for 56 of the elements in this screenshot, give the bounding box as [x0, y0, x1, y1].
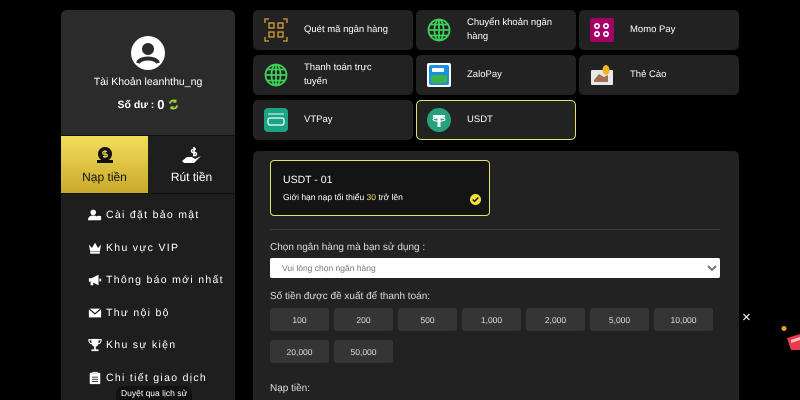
- deposit-limit-text: Giới hạn nạp tối thiểu 30 trở lên: [283, 192, 404, 202]
- payment-method[interactable]: USDT: [416, 100, 576, 140]
- balance-value: 0: [157, 97, 164, 112]
- amount-button[interactable]: 10,000: [654, 308, 713, 331]
- globe-icon: [427, 18, 451, 42]
- amount-button[interactable]: 20,000: [270, 340, 329, 363]
- scratch-card-icon: [590, 63, 614, 87]
- momo-logo-icon: [590, 18, 614, 42]
- payment-method[interactable]: Momo Pay: [579, 10, 739, 50]
- wallet-logo-icon: [264, 108, 288, 132]
- check-icon: [470, 194, 481, 205]
- channel-card[interactable]: USDT - 01 Giới hạn nạp tối thiểu 30 trở lên: [270, 160, 490, 216]
- megaphone-icon: [88, 273, 102, 287]
- payment-method[interactable]: ZaloPay: [416, 55, 576, 95]
- bank-select[interactable]: Vui lòng chọn ngân hàng: [270, 258, 720, 278]
- payment-method[interactable]: Thẻ Cào: [579, 55, 739, 95]
- avatar-icon: [131, 36, 165, 70]
- account-name: Tài Khoản leanhthu_ng: [94, 76, 202, 88]
- history-tooltip: Duyệt qua lịch sử: [116, 386, 192, 400]
- amount-button[interactable]: 500: [398, 308, 457, 331]
- deposit-label: Nạp tiền:: [270, 383, 312, 394]
- balance-label: Số dư :: [118, 98, 154, 110]
- gift-icon[interactable]: [779, 326, 800, 350]
- menu-item[interactable]: Khu vực VIP: [88, 238, 235, 256]
- amount-button[interactable]: 200: [334, 308, 393, 331]
- amount-button[interactable]: 5,000: [590, 308, 649, 331]
- bank-label: Chọn ngân hàng mà bạn sử dụng :: [270, 242, 426, 253]
- channel-title: USDT - 01: [283, 174, 334, 186]
- amount-button[interactable]: 1,000: [462, 308, 521, 331]
- crown-icon: [88, 240, 102, 254]
- refresh-icon[interactable]: [168, 99, 178, 110]
- payment-method[interactable]: Chuyển khoản ngân hàng: [416, 10, 576, 50]
- user-lock-icon: [88, 208, 102, 222]
- menu-item[interactable]: Cài đặt bảo mật: [88, 206, 235, 224]
- tether-coin-icon: [427, 108, 451, 132]
- money-bag-icon: [96, 146, 114, 164]
- menu-item[interactable]: Thư nội bộ: [88, 304, 235, 322]
- menu-item[interactable]: Thông báo mới nhất: [88, 271, 235, 289]
- qr-code-icon: [264, 18, 288, 42]
- trophy-icon: [88, 338, 102, 352]
- envelope-icon: [88, 306, 102, 320]
- menu-item[interactable]: Khu sự kiện: [88, 336, 235, 354]
- zalopay-logo-icon: [427, 63, 451, 87]
- amount-button[interactable]: 100: [270, 308, 329, 331]
- hand-coin-icon: [180, 146, 202, 164]
- amount-label: Số tiền được đề xuất để thanh toán:: [270, 291, 432, 302]
- amount-button[interactable]: 2,000: [526, 308, 585, 331]
- payment-method[interactable]: Thanh toán trực tuyến: [253, 55, 413, 95]
- payment-method[interactable]: Quét mã ngân hàng: [253, 10, 413, 50]
- clipboard-icon: [88, 370, 102, 384]
- close-button[interactable]: ×: [742, 310, 751, 325]
- globe-icon: [264, 63, 288, 87]
- amount-button[interactable]: 50,000: [334, 340, 393, 363]
- payment-method[interactable]: VTPay: [253, 100, 413, 140]
- menu-item[interactable]: Chi tiết giao dịch: [88, 368, 235, 386]
- action-tab[interactable]: Nạp tiền: [61, 136, 148, 193]
